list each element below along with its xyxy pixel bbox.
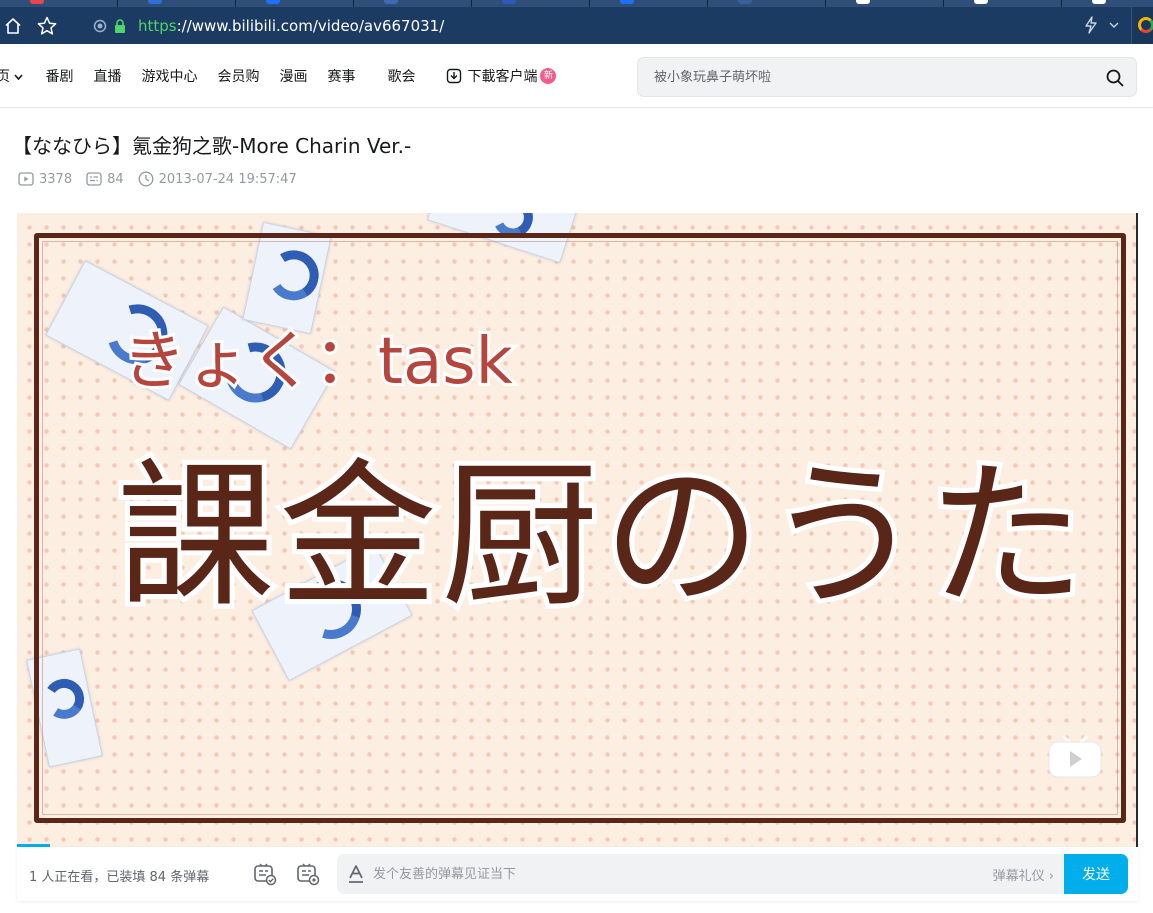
browser-tab[interactable] <box>826 0 944 7</box>
video-meta: 3378 84 2013-07-24 19:57:47 <box>18 171 311 187</box>
browser-tab[interactable] <box>472 0 590 7</box>
new-badge: 新 <box>540 68 557 84</box>
search-input[interactable] <box>652 66 1082 88</box>
download-label: 下載客户端 <box>467 69 538 85</box>
search-icon[interactable] <box>1104 67 1126 89</box>
publish-time: 2013-07-24 19:57:47 <box>138 171 297 187</box>
danmaku-bar: 1 人正在看，已装填 84 条弹幕 弹幕礼仪 › 发送 <box>17 847 1138 901</box>
danmaku-count-value: 84 <box>107 171 124 187</box>
nav-item-mall[interactable]: 会员购 <box>217 66 259 86</box>
browser-tab[interactable] <box>354 0 472 7</box>
bookmark-star-icon[interactable] <box>35 14 59 38</box>
nav-item-game[interactable]: 游戏中心 <box>141 66 197 86</box>
nav-item-manga[interactable]: 漫画 <box>279 66 307 86</box>
url-field[interactable]: https://www.bilibili.com/video/av667031/ <box>138 16 444 36</box>
play-count-icon <box>18 172 34 186</box>
video-title-artwork: きょく：task 課金厨のうた <box>112 322 1090 634</box>
browser-tab[interactable] <box>118 0 236 7</box>
browser-extension-icon[interactable] <box>1131 7 1153 44</box>
nav-item-live[interactable]: 直播 <box>93 66 121 86</box>
video-title: 【ななひら】氪金狗之歌-More Charin Ver.- <box>12 134 412 158</box>
danmaku-input[interactable] <box>371 863 931 885</box>
site-header: 页 番剧 直播 游戏中心 会员购 漫画 赛事 歌会 下載客户端 新 <box>0 44 1153 108</box>
danmaku-style-icon[interactable] <box>347 864 365 884</box>
danmaku-count: 84 <box>86 172 124 187</box>
view-count-value: 3378 <box>39 171 73 187</box>
browser-tab[interactable] <box>708 0 826 7</box>
danmaku-icon <box>86 172 102 186</box>
nav-item-label: 页 <box>0 69 10 85</box>
nav-item-home[interactable]: 页 <box>0 66 24 86</box>
main-nav: 页 番剧 直播 游戏中心 会员购 漫画 赛事 歌会 下載客户端 新 <box>0 66 557 86</box>
browser-tab[interactable] <box>944 0 1062 7</box>
song-credit-text: きょく：task <box>122 325 513 399</box>
publish-time-value: 2013-07-24 19:57:47 <box>158 171 297 187</box>
download-icon <box>447 68 462 84</box>
lock-icon[interactable] <box>112 14 128 38</box>
danmaku-settings-icon[interactable] <box>296 862 320 886</box>
browser-tab[interactable] <box>590 0 708 7</box>
danmaku-etiquette-link[interactable]: 弹幕礼仪 › <box>993 865 1054 884</box>
browser-tab-strip <box>0 0 1153 7</box>
danmaku-toggle-icon[interactable] <box>253 862 277 886</box>
browser-tab[interactable] <box>1062 0 1153 7</box>
video-player[interactable]: きょく：task 課金厨のうた <box>17 213 1138 847</box>
browser-tab[interactable] <box>236 0 354 7</box>
url-scheme: https <box>138 17 177 35</box>
send-danmaku-button[interactable]: 发送 <box>1064 854 1128 894</box>
url-path: ://www.bilibili.com/video/av667031/ <box>176 17 445 35</box>
browser-address-bar: https://www.bilibili.com/video/av667031/ <box>0 7 1153 44</box>
download-client-link[interactable]: 下載客户端 新 <box>446 66 557 86</box>
bilibili-tv-icon[interactable] <box>1048 733 1102 779</box>
nav-item-anime[interactable]: 番剧 <box>45 66 73 86</box>
view-count: 3378 <box>18 172 72 187</box>
danmaku-input-box: 弹幕礼仪 › <box>337 854 1064 894</box>
song-title-text: 課金厨のうた <box>117 445 1089 629</box>
home-icon[interactable] <box>1 14 25 38</box>
chevron-down-icon <box>14 74 24 81</box>
search-box <box>637 57 1137 97</box>
browser-tab[interactable] <box>0 0 118 7</box>
clock-icon <box>138 171 154 187</box>
nav-item-concert[interactable]: 歌会 <box>387 66 415 86</box>
viewer-danmaku-info: 1 人正在看，已装填 84 条弹幕 <box>29 870 210 885</box>
nav-item-match[interactable]: 赛事 <box>327 66 355 86</box>
chevron-down-icon[interactable] <box>1108 19 1120 34</box>
site-info-icon[interactable] <box>92 14 108 38</box>
lightning-icon[interactable] <box>1084 16 1098 38</box>
